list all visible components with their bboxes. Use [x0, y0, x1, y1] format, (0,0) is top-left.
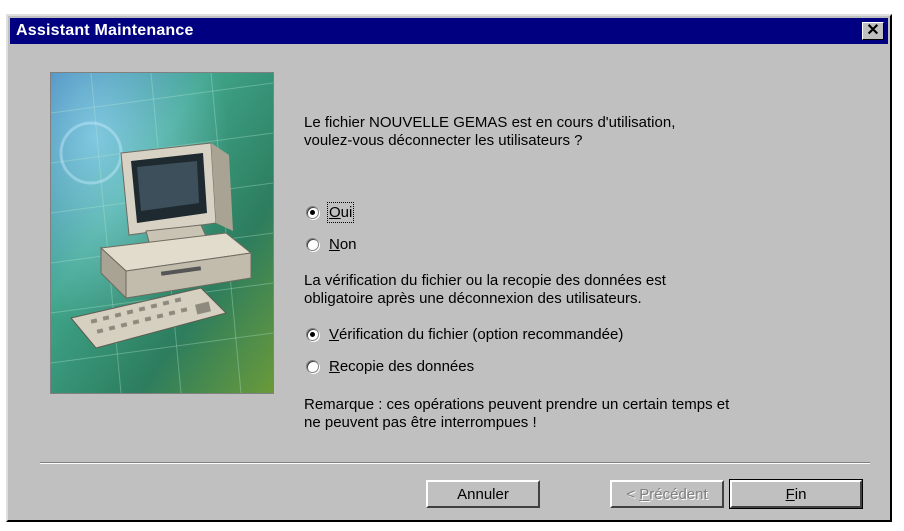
- window-title: Assistant Maintenance: [16, 22, 194, 39]
- radio-oui[interactable]: Oui: [306, 201, 355, 223]
- cancel-button-label: Annuler: [457, 485, 509, 503]
- radio-oui-label: Oui: [326, 201, 355, 223]
- radio-button-checked[interactable]: [306, 327, 319, 341]
- radio-recopie[interactable]: Recopie des données: [306, 356, 474, 376]
- radio-verification-label: Vérification du fichier (option recomman…: [329, 325, 624, 343]
- radio-recopie-label: Recopie des données: [329, 357, 475, 375]
- separator-line: [40, 462, 870, 464]
- message-line-2: voulez-vous déconnecter les utilisateurs…: [304, 132, 583, 149]
- info-text: La vérification du fichier ou la recopie…: [304, 272, 666, 308]
- radio-button-unchecked[interactable]: [306, 237, 319, 251]
- radio-non-label: Non: [329, 235, 357, 253]
- previous-button-label: < Précédent: [626, 485, 708, 503]
- info-line-1: La vérification du fichier ou la recopie…: [304, 272, 666, 289]
- radio-button-unchecked[interactable]: [306, 359, 319, 373]
- radio-verification[interactable]: Vérification du fichier (option recomman…: [306, 324, 623, 344]
- remark-text: Remarque : ces opérations peuvent prendr…: [304, 396, 729, 432]
- radio-button-checked[interactable]: [306, 205, 319, 219]
- remark-line-1: Remarque : ces opérations peuvent prendr…: [304, 396, 730, 413]
- close-icon: ✕: [866, 22, 880, 39]
- info-line-2: obligatoire après une déconnexion des ut…: [304, 290, 642, 307]
- message-line-1: Le fichier NOUVELLE GEMAS est en cours d…: [304, 114, 676, 131]
- remark-line-2: ne peuvent pas être interrompues !: [304, 414, 537, 431]
- radio-non[interactable]: Non: [306, 234, 357, 254]
- wizard-illustration: [50, 72, 274, 394]
- close-button[interactable]: ✕: [862, 22, 884, 40]
- title-bar[interactable]: Assistant Maintenance ✕: [10, 18, 888, 44]
- finish-button-label: Fin: [785, 485, 807, 503]
- finish-button[interactable]: Fin: [729, 479, 863, 509]
- wizard-dialog: Assistant Maintenance ✕ Le fichier NOUVE…: [6, 14, 892, 522]
- previous-button[interactable]: < Précédent: [610, 480, 724, 508]
- cancel-button[interactable]: Annuler: [426, 480, 540, 508]
- computer-illustration-image: [51, 73, 273, 393]
- message-text: Le fichier NOUVELLE GEMAS est en cours d…: [304, 114, 675, 150]
